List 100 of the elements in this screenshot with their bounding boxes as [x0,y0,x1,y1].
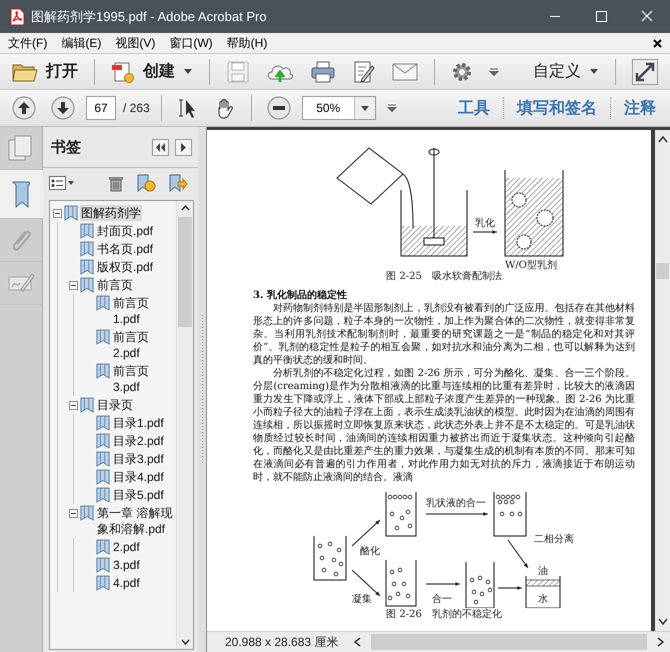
scroll-right-icon[interactable] [657,637,664,647]
bookmark-item[interactable]: 4.pdf [112,575,141,591]
bookmark-item[interactable]: 版权页.pdf [96,259,154,275]
bookmark-icon [96,329,110,345]
diagram-label: 水 [538,594,548,605]
caret-icon [183,68,193,75]
bookmark-icon [80,241,94,257]
open-button[interactable]: 打开 [8,60,82,82]
diagram-label: 乳化 [475,218,495,229]
settings-icon[interactable] [451,60,473,82]
collapse-toggle-icon[interactable] [69,401,78,410]
bookmark-item[interactable]: 前言页2.pdf [112,329,176,361]
bookmark-item[interactable]: 前言页 [96,277,134,293]
bookmark-icon [96,295,110,311]
dropdown-caret-icon[interactable] [386,104,397,112]
diagram-label: 合一 [432,594,452,605]
fullscreen-icon[interactable] [632,58,658,84]
bookmark-item[interactable]: 目录1.pdf [112,415,165,431]
page-count: / 263 [123,101,150,115]
panel-link[interactable]: 注释 [618,98,662,118]
zoom-combo[interactable]: 50% [302,96,376,120]
move-bookmark-icon[interactable] [168,174,188,192]
bookmark-item[interactable]: 3.pdf [112,557,141,573]
diagram-label: 油 [538,566,548,577]
section-heading: 3. 乳化制品的稳定性 [253,289,348,302]
body-paragraph: 对药物制剂特别是半固形制剂上，乳剂没有被看到的广泛应用。包括存在其他材料形态上的许多问题，粒子本身的一次物性，加上作为聚合体的二次物性，就变得非常复杂。当利用乳剂技术配制制剂时，最重要的研究课题之一是“制品的稳定化和对其评价”。乳剂的稳定性是粒子的相互会聚，如对抗水和油分离为二相，也可以解释为达到真的平衡状态的缓和时间。 [253,302,635,367]
new-bookmark-icon[interactable] [136,174,156,192]
bookmark-item[interactable]: 前言页1.pdf [112,295,176,327]
options-list-icon[interactable] [49,176,75,190]
side-panel-tab[interactable] [0,170,43,219]
bookmark-icon [80,223,94,239]
bookmark-item[interactable]: 目录4.pdf [112,469,165,485]
collapse-toggle-icon[interactable] [53,209,62,218]
bookmark-item[interactable]: 书名页.pdf [96,241,154,257]
menu-item[interactable]: 文件(F) [8,34,48,52]
bookmark-icon [80,277,94,293]
pdf-file-icon [9,8,25,26]
scroll-up-icon[interactable] [658,136,668,143]
bookmark-icon [96,575,110,591]
page-size-label: 20.988 x 28.683 厘米 [224,634,340,650]
bookmark-item[interactable]: 封面页.pdf [96,223,154,239]
bookmark-item[interactable]: 目录页 [96,397,134,413]
scroll-down-icon[interactable] [658,618,668,625]
bookmark-icon [96,557,110,573]
panel-link[interactable]: 填写和签名 [511,98,603,118]
create-button[interactable]: 创建 [107,60,197,84]
edit-document-icon[interactable] [352,60,376,84]
window-title: 图解药剂学1995.pdf - Adobe Acrobat Pro [31,8,267,26]
bookmark-item[interactable]: 前言页3.pdf [112,363,176,395]
figure-caption: 图 2-25 吸水软膏配制法 [386,270,502,283]
bookmark-icon [96,539,110,555]
next-page-icon[interactable] [51,96,75,120]
bookmark-icon [80,505,94,521]
bookmark-item[interactable]: 目录3.pdf [112,451,165,467]
collapse-panel-icon[interactable] [152,138,169,156]
collapse-toggle-icon[interactable] [69,281,78,290]
scroll-left-icon[interactable] [354,637,362,647]
bookmark-item[interactable]: 目录5.pdf [112,487,165,503]
scroll-thumb[interactable] [178,217,192,327]
bookmark-icon [80,259,94,275]
menu-item[interactable]: 帮助(H) [226,34,268,52]
menu-item[interactable]: 视图(V) [115,34,156,52]
menu-item[interactable]: 窗口(W) [169,34,213,52]
bookmark-icon [96,433,110,449]
panel-title: 书签 [51,138,81,156]
caret-icon [360,104,370,112]
bookmark-icon [96,469,110,485]
previous-page-icon[interactable] [12,96,36,120]
diagram-label: 酪化 [360,546,380,557]
bookmark-item[interactable]: 图解药剂学 [80,205,142,221]
diagram-label: 凝集 [352,594,372,605]
bookmark-icon [96,487,110,503]
panel-link[interactable]: 工具 [452,98,496,118]
scrollbar[interactable] [651,130,670,631]
splitter-grip-icon[interactable] [200,314,204,464]
bookmark-icon [96,451,110,467]
bookmark-item[interactable]: 目录2.pdf [112,433,165,449]
bookmark-icon [96,415,110,431]
bookmark-icon [80,397,94,413]
scroll-down-icon[interactable] [180,639,190,645]
body-paragraph: 分析乳剂的不稳定化过程，如图 2-26 所示，可分为酪化、凝集、合一三个阶段。分层(creaming)是作为分散相液滴的比重与连续相的比重有差异时，比较大的液滴因重力发生下降或浮上，液体下部或上部粒子浓度产生差异的一种现象。图 2-26 为比重小而粒子径大的油粒子浮在上面，表示生成淡乳油状的模型。此时因为在油滴的周围有连续相，所以振摇时立即恢复原来状态，此状态外表上并不是不太稳定的。可是乳油状物质经过较长时间，油滴间的连续相因重力被挤出而近于凝集状态。这种倾向引起酪化，而酪化又是由比重差产生的重力效果，与凝集生成的机制有本质的不同。那末可知在液滴间必有普遍的引力作用者，对此作用力如无对抗的斥力，液滴接近于布朗运动时，就不能防止液滴间的结合。液滴 [253,367,635,484]
diagram-label: W/O型乳剂 [505,260,557,270]
menu-item[interactable]: 编辑(E) [61,34,102,52]
printer-icon[interactable] [310,60,336,84]
mail-icon[interactable] [392,62,418,82]
zoom-out-icon[interactable] [266,96,291,120]
page-number-field[interactable]: 67 [86,96,116,120]
trash-icon[interactable] [108,174,124,192]
collapse-toggle-icon[interactable] [69,509,78,518]
diagram-label: 乳状液的合一 [426,498,486,509]
scroll-up-icon[interactable] [180,205,190,211]
close-document-icon[interactable] [653,38,662,48]
bookmark-icon [96,363,110,379]
bookmark-item[interactable]: 第一章 溶解现象和溶解.pdf [96,505,176,537]
scroll-thumb[interactable] [656,263,669,279]
bookmark-item[interactable]: 2.pdf [112,539,141,555]
bookmark-icon [64,205,78,221]
dropdown-caret-icon[interactable] [489,68,499,76]
customize-dropdown[interactable]: 自定义 [529,61,603,82]
diagram-label: 二相分离 [534,534,574,545]
